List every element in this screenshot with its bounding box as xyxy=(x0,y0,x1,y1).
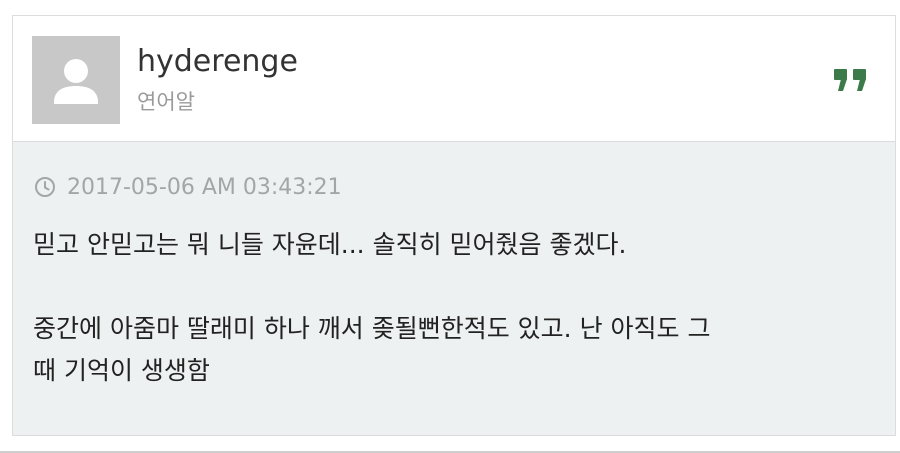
comment-content: 믿고 안믿고는 뭐 니들 자윤데... 솔직히 믿어줬음 좋겠다. 중간에 아줌… xyxy=(33,224,883,392)
comment-timestamp: 2017-05-06 AM 03:43:21 xyxy=(33,172,342,202)
comment-header: hyderenge 연어알 xyxy=(13,16,895,142)
timestamp-text: 2017-05-06 AM 03:43:21 xyxy=(67,174,342,200)
content-line: 중간에 아줌마 딸래미 하나 깨서 좆될뻔한적도 있고. 난 아직도 그 xyxy=(33,314,711,343)
author-username[interactable]: hyderenge xyxy=(137,42,298,82)
comment-card: hyderenge 연어알 2017-05-06 AM 03:43:21 믿고 … xyxy=(12,15,896,436)
user-placeholder-icon xyxy=(54,59,98,104)
clock-icon xyxy=(35,177,55,197)
comment-body: 2017-05-06 AM 03:43:21 믿고 안믿고는 뭐 니들 자윤데.… xyxy=(13,142,895,435)
quote-icon xyxy=(834,69,866,91)
quote-button[interactable] xyxy=(833,64,869,98)
content-line: 때 기억이 생생함 xyxy=(33,356,210,385)
author-title: 연어알 xyxy=(137,90,195,114)
avatar[interactable] xyxy=(32,36,120,124)
content-line: 믿고 안믿고는 뭐 니들 자윤데... 솔직히 믿어줬음 좋겠다. xyxy=(33,230,627,259)
